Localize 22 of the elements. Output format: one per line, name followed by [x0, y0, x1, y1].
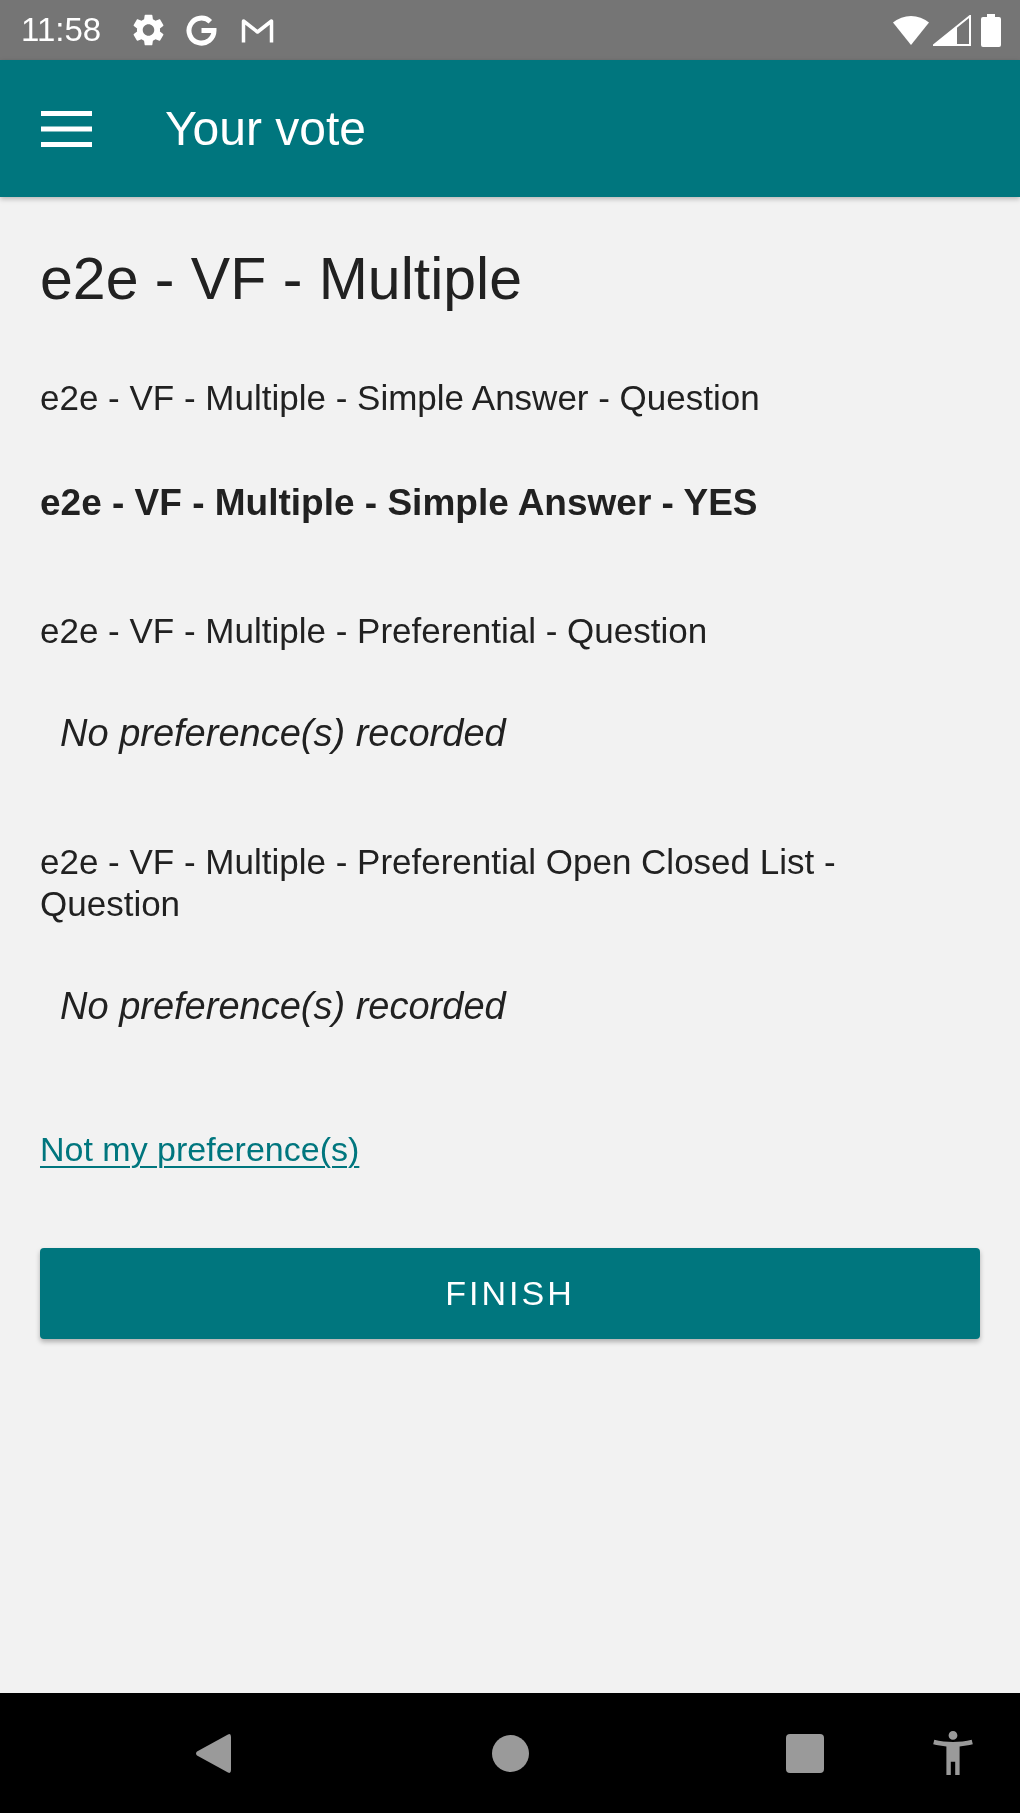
answer-text: e2e - VF - Multiple - Simple Answer - YES — [40, 481, 759, 525]
ballot-title: e2e - VF - Multiple — [40, 245, 523, 314]
app-title: Your vote — [165, 100, 367, 157]
gear-icon — [133, 14, 165, 46]
m-logo-icon — [241, 16, 275, 44]
question-text: e2e - VF - Multiple - Simple Answer - Question — [40, 377, 761, 419]
home-icon[interactable] — [492, 1734, 529, 1772]
recents-icon[interactable] — [786, 1733, 824, 1773]
no-answer-text: No preference(s) recorded — [60, 984, 508, 1029]
g-logo-icon — [186, 14, 218, 46]
battery-icon — [981, 13, 1001, 47]
finish-button[interactable]: FINISH — [40, 1248, 980, 1339]
question-text: e2e - VF - Multiple - Preferential - Question — [40, 610, 709, 652]
accessibility-icon[interactable] — [933, 1731, 973, 1775]
not-my-preferences-link[interactable]: Not my preference(s) — [40, 1129, 360, 1170]
status-time: 11:58 — [21, 10, 102, 50]
wifi-icon — [893, 15, 929, 45]
back-icon[interactable] — [195, 1732, 231, 1774]
menu-icon[interactable] — [41, 110, 92, 147]
no-answer-text: No preference(s) recorded — [60, 711, 508, 756]
question-text: e2e - VF - Multiple - Preferential Open Closed List - Question — [40, 841, 837, 925]
signal-icon — [933, 14, 971, 46]
